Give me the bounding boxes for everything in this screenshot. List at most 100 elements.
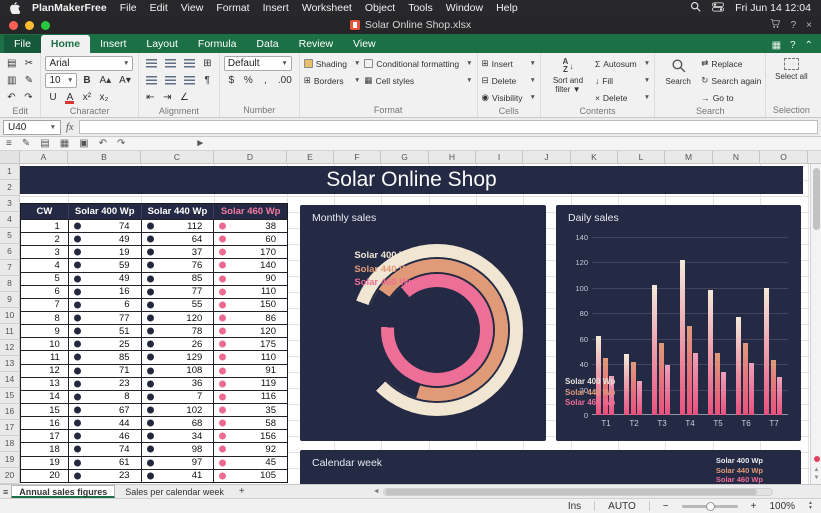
table-cell[interactable]: 19 — [21, 457, 69, 469]
delete-contents-button[interactable]: × Delete▼ — [595, 90, 650, 105]
ribbon-tab-review[interactable]: Review — [289, 35, 343, 53]
ribbon-tab-insert[interactable]: Insert — [90, 35, 136, 53]
table-cell[interactable]: 35 — [214, 404, 287, 416]
collapse-ribbon-icon[interactable]: ⌃ — [805, 40, 813, 51]
formula-input[interactable] — [79, 120, 818, 134]
apple-menu-icon[interactable] — [10, 2, 20, 14]
table-cell[interactable]: 77 — [69, 312, 142, 324]
control-center-icon[interactable] — [712, 2, 724, 15]
table-cell[interactable]: 38 — [214, 220, 287, 232]
daily-sales-chart[interactable]: Daily sales 020406080100120140 T1T2T3T4T… — [556, 205, 801, 441]
table-cell[interactable]: 85 — [69, 351, 142, 363]
sheet-tab[interactable]: Sales per calendar week — [117, 485, 232, 498]
column-header[interactable]: O — [760, 151, 808, 163]
visibility-button[interactable]: ◉ Visibility▼ — [482, 90, 536, 105]
close-window-button[interactable] — [9, 21, 18, 30]
table-cell[interactable]: 8 — [69, 391, 142, 403]
table-cell[interactable]: 46 — [69, 430, 142, 442]
row-header[interactable]: 17 — [0, 420, 20, 436]
ribbon-tab-data[interactable]: Data — [246, 35, 288, 53]
format-painter-button[interactable]: ✎ — [21, 73, 36, 88]
fill-button[interactable]: ↓ Fill▼ — [595, 73, 650, 88]
table-cell[interactable]: 150 — [214, 299, 287, 311]
table-cell[interactable]: 105 — [214, 470, 287, 482]
sidebar-toggle-icon[interactable]: ≡ — [6, 137, 12, 150]
table-cell[interactable]: 3 — [21, 246, 69, 258]
align-left-button[interactable] — [143, 56, 160, 71]
row-header[interactable]: 13 — [0, 356, 20, 372]
row-header[interactable]: 8 — [0, 276, 20, 292]
calendar-week-chart[interactable]: Calendar week Solar 400 WpSolar 440 WpSo… — [300, 450, 801, 484]
align-bottom-button[interactable] — [181, 73, 198, 88]
insert-cells-button[interactable]: ⊞ Insert▼ — [482, 56, 536, 71]
auto-indicator[interactable]: AUTO — [608, 501, 636, 512]
select-all-corner[interactable] — [0, 151, 20, 163]
column-header[interactable]: D — [214, 151, 287, 163]
table-cell[interactable]: 41 — [142, 470, 215, 482]
table-cell[interactable]: 49 — [69, 233, 142, 245]
merge-cells-button[interactable]: ⊞ — [200, 56, 215, 71]
menu-item[interactable]: Insert — [263, 2, 289, 14]
table-cell[interactable]: 71 — [69, 365, 142, 377]
cut-button[interactable]: ✂ — [21, 56, 36, 71]
menu-item[interactable]: Edit — [150, 2, 168, 14]
sort-and-filter-button[interactable]: AZ↓ Sort and filter ▼ — [545, 56, 591, 105]
table-cell[interactable]: 37 — [142, 246, 215, 258]
percent-format-button[interactable]: % — [241, 73, 256, 88]
menu-item[interactable]: Tools — [408, 2, 433, 14]
conditional-formatting-button[interactable]: Conditional formatting▼ — [364, 56, 472, 71]
table-cell[interactable]: 59 — [69, 259, 142, 271]
undo-button[interactable]: ↶ — [4, 90, 19, 105]
zoom-slider[interactable] — [682, 505, 738, 508]
table-cell[interactable]: 11 — [21, 351, 69, 363]
zoom-spinner[interactable]: ▲▼ — [808, 501, 813, 511]
column-header[interactable]: N — [713, 151, 760, 163]
delete-cells-button[interactable]: ⊟ Delete▼ — [482, 73, 536, 88]
sheet-area[interactable]: 1234567891011121314151617181920 Solar On… — [0, 164, 810, 484]
column-header[interactable]: B — [68, 151, 141, 163]
column-header[interactable]: H — [429, 151, 476, 163]
decrease-indent-button[interactable]: ⇤ — [143, 90, 158, 105]
table-cell[interactable]: 61 — [69, 457, 142, 469]
app-menu[interactable]: PlanMakerFree — [32, 2, 107, 14]
row-header[interactable]: 2 — [0, 180, 20, 196]
table-cell[interactable]: 68 — [142, 417, 215, 429]
table-cell[interactable]: 34 — [142, 430, 215, 442]
table-cell[interactable]: 91 — [214, 365, 287, 377]
table-cell[interactable]: 16 — [21, 417, 69, 429]
table-cell[interactable]: 44 — [69, 417, 142, 429]
table-cell[interactable]: 120 — [142, 312, 215, 324]
table-cell[interactable]: 120 — [214, 325, 287, 337]
column-header[interactable]: G — [381, 151, 429, 163]
row-header[interactable]: 4 — [0, 212, 20, 228]
table-cell[interactable]: 36 — [142, 378, 215, 390]
column-header[interactable]: M — [665, 151, 713, 163]
ribbon-tab-layout[interactable]: Layout — [136, 35, 188, 53]
zoom-out-button[interactable]: − — [663, 501, 669, 512]
zoom-window-button[interactable] — [41, 21, 50, 30]
row-header[interactable]: 15 — [0, 388, 20, 404]
font-size-select[interactable]: 10▼ — [45, 73, 77, 88]
underline-button[interactable]: U — [45, 90, 60, 105]
zoom-level[interactable]: 100% — [769, 501, 795, 512]
grow-font-button[interactable]: A▴ — [96, 73, 114, 88]
table-cell[interactable]: 116 — [214, 391, 287, 403]
table-cell[interactable]: 7 — [21, 299, 69, 311]
column-header[interactable]: F — [334, 151, 381, 163]
wrap-text-button[interactable]: ¶ — [200, 73, 215, 88]
horizontal-scrollbar[interactable] — [383, 488, 773, 496]
table-cell[interactable]: 5 — [21, 273, 69, 285]
table-cell[interactable]: 7 — [142, 391, 215, 403]
table-cell[interactable]: 76 — [142, 259, 215, 271]
horizontal-scrollbar-thumb[interactable] — [385, 489, 757, 495]
table-cell[interactable]: 19 — [69, 246, 142, 258]
currency-format-button[interactable]: $ — [224, 73, 239, 88]
table-cell[interactable]: 110 — [214, 286, 287, 298]
shading-button[interactable]: Shading▼ — [304, 56, 361, 71]
table-cell[interactable]: 67 — [69, 404, 142, 416]
table-cell[interactable]: 156 — [214, 430, 287, 442]
table-cell[interactable]: 26 — [142, 338, 215, 350]
menu-item[interactable]: File — [120, 2, 137, 14]
autosum-button[interactable]: Σ Autosum▼ — [595, 56, 650, 71]
ribbon-tab-home[interactable]: Home — [41, 35, 90, 53]
